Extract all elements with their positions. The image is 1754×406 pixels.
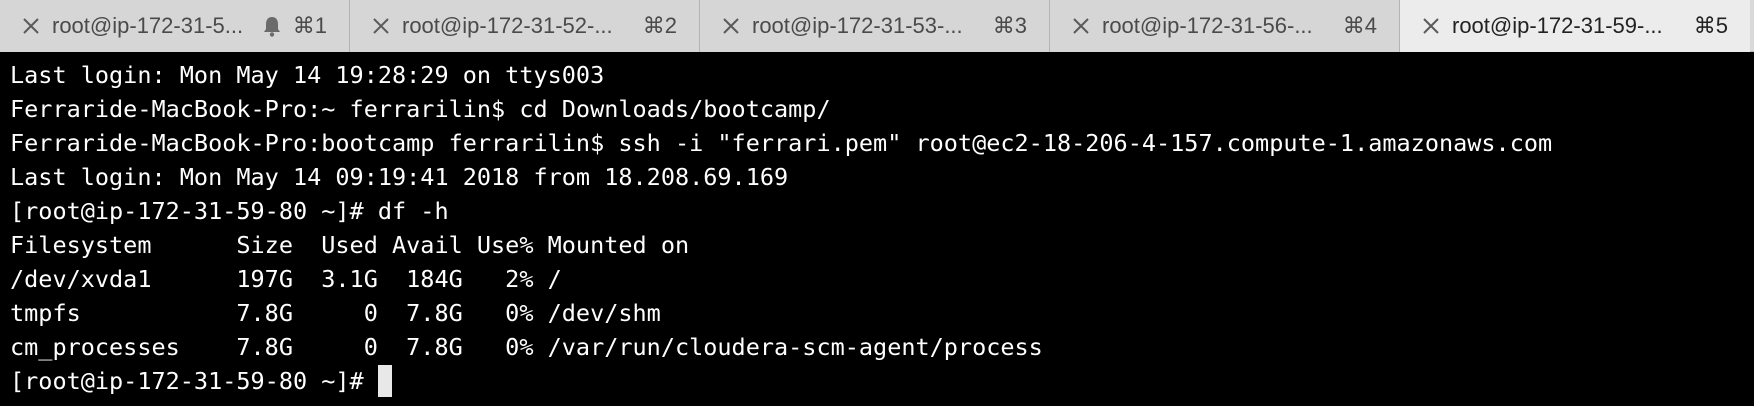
- tab-2[interactable]: root@ip-172-31-52-... ⌘2: [350, 0, 700, 52]
- tab-shortcut: ⌘2: [642, 13, 677, 38]
- tab-shortcut: ⌘1: [292, 13, 327, 38]
- tab-title: root@ip-172-31-5...: [52, 13, 244, 38]
- tab-title: root@ip-172-31-52-...: [402, 13, 612, 38]
- terminal-line: Ferraride-MacBook-Pro:bootcamp ferrarili…: [10, 129, 1553, 157]
- tab-bar: root@ip-172-31-5... ⌘1 root@ip-172-31-52…: [0, 0, 1754, 52]
- close-icon[interactable]: [1420, 15, 1442, 37]
- tab-shortcut: ⌘4: [1342, 13, 1377, 38]
- close-icon[interactable]: [20, 15, 42, 37]
- terminal-output[interactable]: Last login: Mon May 14 19:28:29 on ttys0…: [0, 52, 1754, 406]
- tab-title: root@ip-172-31-56-...: [1102, 13, 1312, 38]
- terminal-line: Last login: Mon May 14 19:28:29 on ttys0…: [10, 61, 605, 89]
- terminal-line: Last login: Mon May 14 09:19:41 2018 fro…: [10, 163, 789, 191]
- close-icon[interactable]: [370, 15, 392, 37]
- bell-icon: [260, 14, 284, 38]
- tab-1[interactable]: root@ip-172-31-5... ⌘1: [0, 0, 350, 52]
- close-icon[interactable]: [720, 15, 742, 37]
- tab-shortcut: ⌘3: [992, 13, 1027, 38]
- tab-shortcut: ⌘5: [1693, 13, 1728, 38]
- terminal-line: tmpfs 7.8G 0 7.8G 0% /dev/shm: [10, 299, 661, 327]
- command-prompt: [root@ip-172-31-59-80 ~]#: [10, 367, 378, 395]
- terminal-line: [root@ip-172-31-59-80 ~]# df -h: [10, 197, 449, 225]
- terminal-line: Filesystem Size Used Avail Use% Mounted …: [10, 231, 690, 259]
- text-cursor: [377, 365, 392, 397]
- terminal-line: Ferraride-MacBook-Pro:~ ferrarilin$ cd D…: [10, 95, 831, 123]
- tab-title: root@ip-172-31-53-...: [752, 13, 962, 38]
- terminal-line: /dev/xvda1 197G 3.1G 184G 2% /: [10, 265, 562, 293]
- command-prompt-line[interactable]: [root@ip-172-31-59-80 ~]#: [10, 364, 1754, 398]
- close-icon[interactable]: [1070, 15, 1092, 37]
- tab-5[interactable]: root@ip-172-31-59-... ⌘5: [1400, 0, 1750, 52]
- terminal-line: cm_processes 7.8G 0 7.8G 0% /var/run/clo…: [10, 333, 1043, 361]
- tab-4[interactable]: root@ip-172-31-56-... ⌘4: [1050, 0, 1400, 52]
- tab-title: root@ip-172-31-59-...: [1452, 13, 1662, 38]
- tab-3[interactable]: root@ip-172-31-53-... ⌘3: [700, 0, 1050, 52]
